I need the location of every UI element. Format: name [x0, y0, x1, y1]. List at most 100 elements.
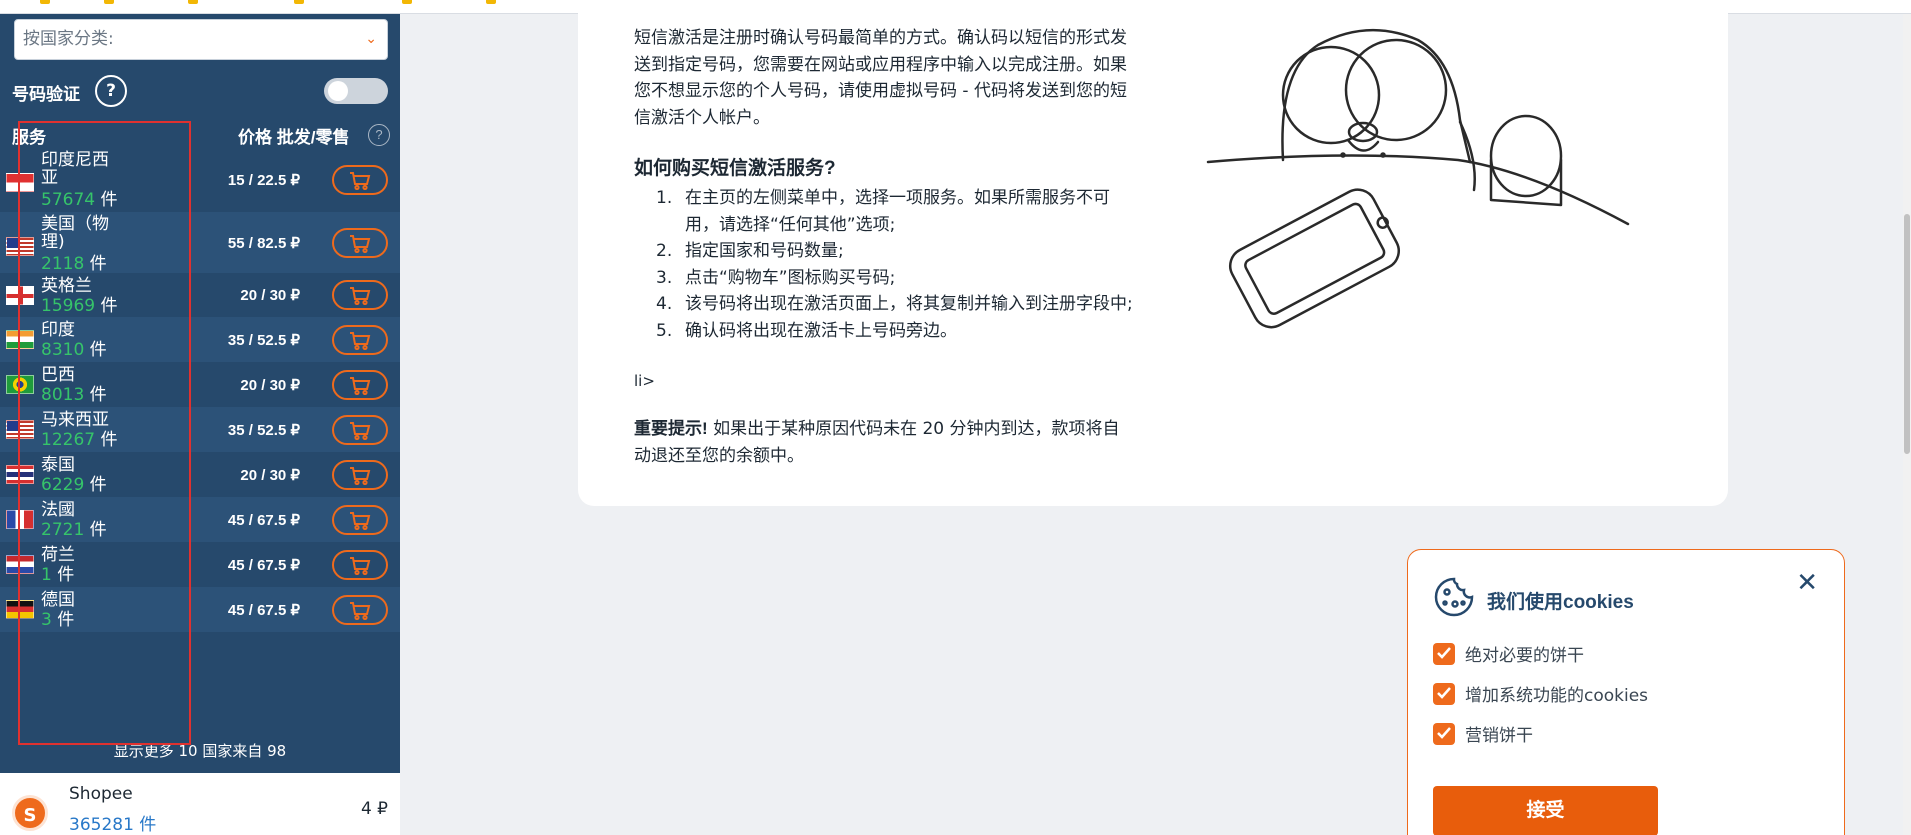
accept-cookies-button[interactable]: 接受 [1433, 786, 1658, 835]
mascot-phone-illustration [1206, 28, 1630, 329]
country-price: 45 / 67.5 ₽ [227, 556, 300, 574]
country-count: 15969 件 [41, 297, 118, 315]
bookmark-icon[interactable] [294, 0, 304, 4]
cart-icon [350, 234, 371, 253]
country-name: 马来西亚 [41, 410, 109, 430]
intro-paragraph: 短信激活是注册时确认号码最简单的方式。确认码以短信的形式发送到指定号码，您需要在… [634, 28, 1127, 128]
country-name: 泰国 [41, 455, 75, 475]
price-help-icon[interactable]: ? [368, 124, 390, 146]
add-to-cart-button[interactable] [332, 324, 388, 355]
cart-icon [350, 421, 371, 440]
country-row[interactable]: 印度尼西亚 57674 件 15 / 22.5 ₽ [0, 148, 400, 212]
toggle-knob [328, 81, 348, 101]
add-to-cart-button[interactable] [332, 594, 388, 625]
count-unit: 件 [51, 565, 75, 585]
country-price: 15 / 22.5 ₽ [227, 172, 300, 189]
count-value: 6229 [41, 475, 85, 495]
step-number: 3. [656, 267, 673, 288]
bookmark-icon[interactable] [40, 0, 50, 4]
country-price: 20 / 30 ₽ [240, 466, 300, 484]
count-value: 15969 [41, 296, 96, 316]
country-filter-select[interactable]: 按国家分类: ⌄ [14, 19, 388, 60]
cookie-option-functional[interactable]: 增加系统功能的cookies [1433, 681, 1648, 707]
country-name: 美国（物理) [41, 214, 109, 252]
country-count: 6229 件 [41, 476, 107, 494]
country-row[interactable]: 法國 2721 件 45 / 67.5 ₽ [0, 497, 400, 542]
bookmark-icon[interactable] [188, 0, 198, 4]
add-to-cart-button[interactable] [332, 549, 388, 580]
cookie-option-label: 营销饼干 [1465, 726, 1533, 746]
add-to-cart-button[interactable] [332, 369, 388, 400]
count-unit: 件 [84, 340, 107, 360]
number-verification-row: 号码验证 ? [12, 74, 388, 108]
country-price: 45 / 67.5 ₽ [227, 601, 300, 619]
checkbox-checked[interactable] [1433, 643, 1455, 665]
count-unit: 件 [95, 296, 118, 316]
country-name: 巴西 [41, 365, 75, 385]
scrollbar-thumb[interactable] [1904, 214, 1910, 454]
flag-malaysia-icon [6, 420, 34, 439]
add-to-cart-button[interactable] [332, 459, 388, 490]
cookie-option-necessary[interactable]: 绝对必要的饼干 [1433, 641, 1584, 667]
bookmark-icon[interactable] [104, 0, 114, 4]
country-price: 20 / 30 ₽ [240, 287, 300, 304]
flag-netherlands-icon [6, 555, 34, 574]
cart-icon [350, 287, 371, 306]
count-value: 2118 [41, 254, 85, 274]
country-filter-placeholder: 按国家分类: [23, 29, 114, 49]
flag-england-icon [6, 286, 34, 305]
cookie-option-marketing[interactable]: 营销饼干 [1433, 721, 1533, 747]
flag-france-icon [6, 510, 34, 529]
help-icon[interactable]: ? [95, 75, 127, 107]
country-row[interactable]: 巴西 8013 件 20 / 30 ₽ [0, 362, 400, 407]
country-row[interactable]: 泰国 6229 件 20 / 30 ₽ [0, 452, 400, 497]
add-to-cart-button[interactable] [332, 504, 388, 535]
country-row[interactable]: 荷兰 1 件 45 / 67.5 ₽ [0, 542, 400, 587]
info-card: 短信激活是注册时确认号码最简单的方式。确认码以短信的形式发送到指定号码，您需要在… [578, 0, 1728, 506]
service-count: 365281 件 [69, 815, 157, 835]
country-row[interactable]: 马来西亚 12267 件 35 / 52.5 ₽ [0, 407, 400, 452]
close-icon[interactable]: ✕ [1796, 570, 1818, 596]
country-name: 德国 [41, 590, 75, 610]
checkbox-checked[interactable] [1433, 723, 1455, 745]
service-name: Shopee [69, 784, 133, 804]
country-count: 8013 件 [41, 386, 107, 404]
country-row[interactable]: 英格兰 15969 件 20 / 30 ₽ [0, 273, 400, 317]
add-to-cart-button[interactable] [332, 165, 388, 195]
howto-step: 4. 该号码将出现在激活页面上，将其复制并输入到注册字段中; [656, 291, 1136, 318]
step-text: 在主页的左侧菜单中，选择一项服务。如果所需服务不可用，请选择“任何其他”选项; [685, 188, 1110, 235]
step-text: 点击“购物车”图标购买号码; [685, 267, 896, 288]
show-more-link[interactable]: 显示更多 10 国家来自 98 [0, 740, 400, 761]
checkbox-checked[interactable] [1433, 683, 1455, 705]
cookie-option-label: 增加系统功能的cookies [1465, 686, 1649, 706]
service-price: 4 ₽ [360, 799, 388, 819]
notice-text: 如果出于某种原因代码未在 20 分钟内到达，款项将自动退还至您的余额中。 [634, 419, 1120, 466]
howto-step: 1. 在主页的左侧菜单中，选择一项服务。如果所需服务不可用，请选择“任何其他”选项… [656, 185, 1136, 238]
howto-step: 2. 指定国家和号码数量; [656, 238, 1136, 265]
country-price: 55 / 82.5 ₽ [227, 234, 300, 252]
country-price: 20 / 30 ₽ [240, 376, 300, 394]
number-verification-toggle[interactable] [324, 78, 388, 104]
page-scrollbar[interactable] [1903, 14, 1911, 835]
add-to-cart-button[interactable] [332, 280, 388, 310]
count-value: 2721 [41, 520, 85, 540]
shopee-logo-icon: S [12, 795, 48, 831]
cookie-option-label: 绝对必要的饼干 [1465, 646, 1584, 666]
number-verification-label: 号码验证 [12, 85, 80, 104]
service-item-shopee[interactable]: S Shopee 365281 件 4 ₽ [0, 773, 400, 835]
country-row[interactable]: 印度 8310 件 35 / 52.5 ₽ [0, 317, 400, 362]
count-unit: 件 [51, 610, 75, 630]
country-row[interactable]: 德国 3 件 45 / 67.5 ₽ [0, 587, 400, 632]
chevron-down-icon: ⌄ [365, 31, 377, 47]
cookie-title: 我们使用cookies [1487, 592, 1634, 613]
count-value: 1 [41, 565, 52, 585]
add-to-cart-button[interactable] [332, 414, 388, 445]
cookie-dialog: 我们使用cookies ✕ 绝对必要的饼干 增加系统功能的cookies 营销饼… [1407, 549, 1845, 835]
notice-bold: 重要提示! [634, 419, 708, 438]
bookmark-icon[interactable] [486, 0, 496, 4]
country-row[interactable]: 美国（物理) 2118 件 55 / 82.5 ₽ [0, 212, 400, 273]
add-to-cart-button[interactable] [332, 227, 388, 258]
bookmark-icon[interactable] [402, 0, 412, 4]
count-value: 8310 [41, 340, 85, 360]
country-count: 8310 件 [41, 341, 107, 359]
